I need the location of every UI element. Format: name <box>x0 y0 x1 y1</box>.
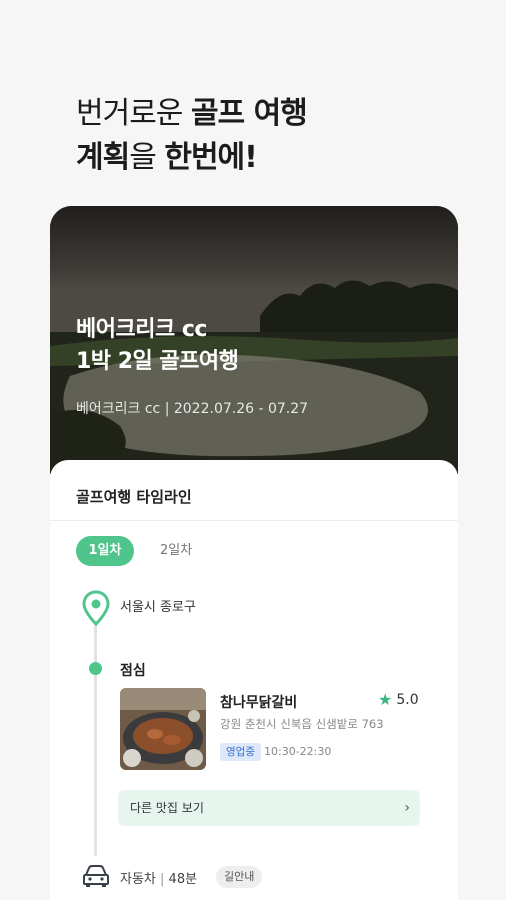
headline-line-1: 번거로운 골프 여행 <box>76 96 308 131</box>
headline: 번거로운 골프 여행 계획을 한번에! <box>76 92 308 180</box>
restaurant-name[interactable]: 참나무닭갈비 <box>220 692 297 712</box>
trip-subtitle: 베어크리크 cc | 2022.07.26 - 07.27 <box>76 401 309 417</box>
opening-hours: 10:30-22:30 <box>264 745 332 758</box>
trip-title: 베어크리크 cc 1박 2일 골프여행 <box>76 317 239 374</box>
car-icon <box>83 865 109 887</box>
hero-banner: 베어크리크 cc 1박 2일 골프여행 베어크리크 cc | 2022.07.2… <box>50 206 458 474</box>
timeline-sheet: 골프여행 타임라인 1일차 2일차 서울시 종로구 점심 참나무닭갈비 ★ 5.… <box>50 460 458 900</box>
restaurant-rating: ★ 5.0 <box>378 690 419 709</box>
headline-line-2: 계획을 한번에! <box>76 140 258 175</box>
chevron-right-icon: › <box>404 800 410 816</box>
restaurant-address: 강원 춘천시 신북읍 신샘밭로 763 <box>220 717 384 731</box>
timeline-dot <box>89 662 102 675</box>
meal-label: 점심 <box>120 663 146 679</box>
more-restaurants-button[interactable]: 다른 맛집 보기 › <box>118 790 420 826</box>
status-badge: 영업중 <box>220 743 261 761</box>
transport-info: 자동차 | 48분 <box>120 872 198 887</box>
timeline-title: 골프여행 타임라인 <box>76 488 192 506</box>
start-location: 서울시 종로구 <box>120 600 196 615</box>
restaurant-photo[interactable] <box>120 688 206 770</box>
tab-day-1[interactable]: 1일차 <box>76 536 134 566</box>
timeline-line <box>94 620 97 856</box>
location-pin-icon <box>82 590 110 626</box>
directions-button[interactable]: 길안내 <box>216 866 263 888</box>
divider <box>50 520 458 521</box>
food-image <box>120 688 206 770</box>
star-icon: ★ <box>378 690 393 709</box>
phone-screen: 베어크리크 cc 1박 2일 골프여행 베어크리크 cc | 2022.07.2… <box>50 206 458 900</box>
tab-day-2[interactable]: 2일차 <box>160 536 192 566</box>
